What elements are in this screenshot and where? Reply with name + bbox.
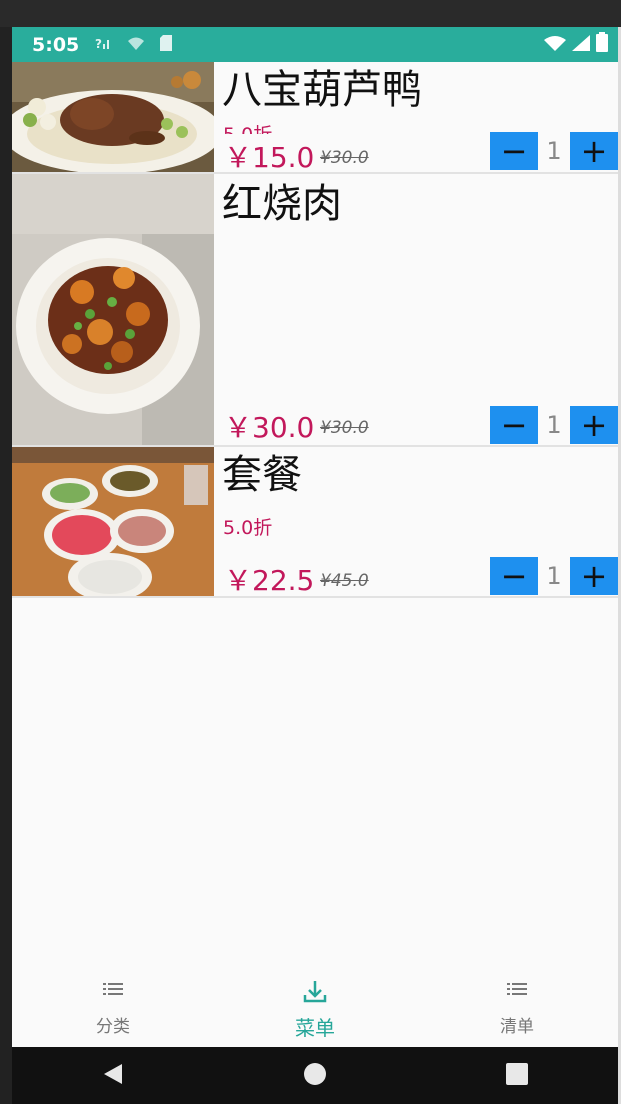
dish-list: 八宝葫芦鸭 5.0折 ￥15.0 ¥30.0 − 1 + <box>12 62 618 598</box>
system-navigation-bar <box>12 1047 618 1104</box>
back-icon[interactable] <box>102 1062 124 1090</box>
quantity-stepper: − 1 + <box>490 557 618 595</box>
quantity-stepper: − 1 + <box>490 132 618 170</box>
svg-text:?: ? <box>95 37 102 51</box>
status-right-icons <box>544 32 608 57</box>
increase-quantity-button[interactable]: + <box>570 132 618 170</box>
sim-signal-icon: ? <box>95 35 113 55</box>
recents-icon[interactable] <box>506 1062 529 1089</box>
quantity-value: 1 <box>546 411 562 439</box>
nav-label: 清单 <box>500 1017 534 1037</box>
nav-item-order-list[interactable]: 清单 <box>416 972 618 1047</box>
battery-icon <box>596 32 608 57</box>
nav-label: 菜单 <box>295 1016 335 1040</box>
nav-item-menu[interactable]: 菜单 <box>214 972 416 1047</box>
dish-name: 八宝葫芦鸭 <box>222 67 422 113</box>
dish-photo <box>12 62 214 172</box>
decrease-quantity-button[interactable]: − <box>490 132 538 170</box>
status-time: 5:05 <box>32 33 80 56</box>
cell-signal-icon <box>572 34 590 56</box>
dish-photo <box>12 174 214 445</box>
dish-row[interactable]: 红烧肉 ￥30.0 ¥30.0 − 1 + <box>12 174 618 447</box>
dish-discount: 5.0折 <box>223 120 272 134</box>
dish-discount: 5.0折 <box>223 517 273 539</box>
dish-original-price: ¥45.0 <box>320 571 369 591</box>
phone-screen: 5:05 ? 八宝葫芦鸭 ￥15.0 ¥30.0 − 1 + 红烧肉 ￥30.0… <box>0 0 621 1104</box>
sd-card-icon <box>159 34 173 56</box>
app-screen: 5:05 ? 八宝葫芦鸭 ￥15.0 ¥30.0 − 1 + 红烧肉 ￥30.0… <box>12 27 618 1104</box>
quantity-stepper: − 1 + <box>490 406 618 444</box>
download-icon <box>301 978 329 1006</box>
nav-label: 分类 <box>96 1017 130 1037</box>
quantity-value: 1 <box>546 137 562 165</box>
dish-price: ￥15.0 <box>224 141 315 174</box>
dish-name: 套餐 <box>222 452 302 498</box>
status-bar: 5:05 ? <box>12 27 618 62</box>
data-saver-icon <box>127 35 145 55</box>
dish-photo <box>12 447 214 596</box>
bottom-navigation: 分类 菜单 清单 <box>12 972 618 1047</box>
dish-original-price: ¥30.0 <box>320 418 369 438</box>
dish-row[interactable]: 八宝葫芦鸭 5.0折 ￥15.0 ¥30.0 − 1 + <box>12 62 618 174</box>
home-icon[interactable] <box>303 1062 327 1090</box>
wifi-icon <box>544 34 566 56</box>
increase-quantity-button[interactable]: + <box>570 406 618 444</box>
quantity-value: 1 <box>546 562 562 590</box>
dish-price: ￥30.0 <box>224 411 315 444</box>
dish-original-price: ¥30.0 <box>320 148 369 168</box>
device-frame-top <box>0 0 621 27</box>
list-icon <box>101 978 125 1006</box>
list-icon <box>505 978 529 1006</box>
decrease-quantity-button[interactable]: − <box>490 406 538 444</box>
nav-item-category[interactable]: 分类 <box>12 972 214 1047</box>
dish-price: ￥22.5 <box>224 564 315 597</box>
dish-name: 红烧肉 <box>222 181 342 227</box>
increase-quantity-button[interactable]: + <box>570 557 618 595</box>
decrease-quantity-button[interactable]: − <box>490 557 538 595</box>
dish-row[interactable]: 套餐 5.0折 ￥22.5 ¥45.0 − 1 + <box>12 447 618 598</box>
device-frame-left <box>0 27 12 1104</box>
